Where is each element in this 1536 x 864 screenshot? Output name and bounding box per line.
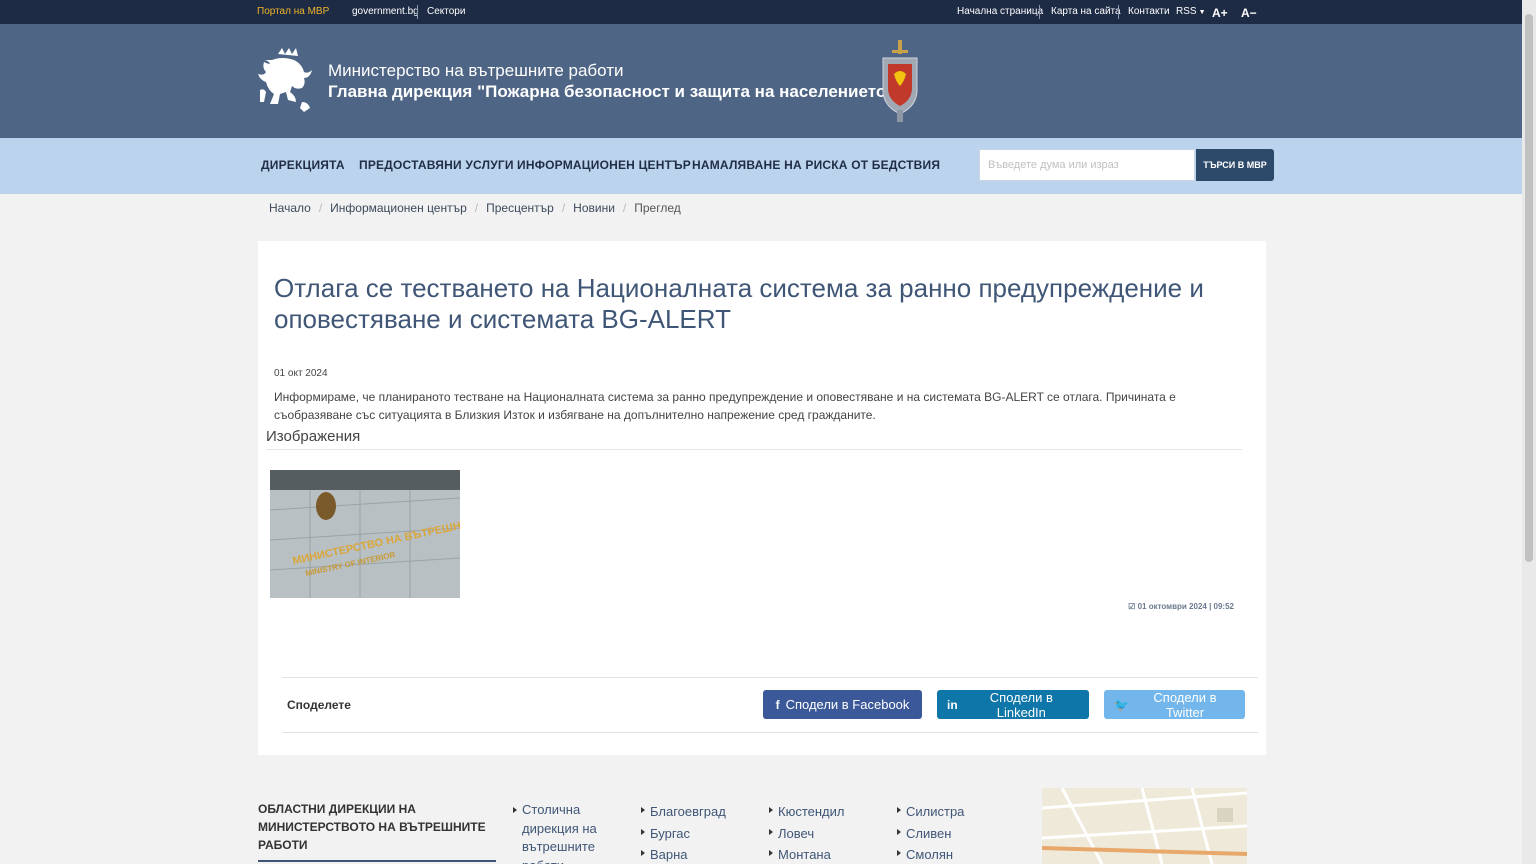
- location-map[interactable]: [1042, 788, 1247, 864]
- list-item[interactable]: Смолян: [897, 844, 964, 864]
- twitter-icon: 🐦: [1114, 697, 1129, 712]
- list-item[interactable]: Благоевград: [641, 801, 726, 823]
- lion-logo-icon[interactable]: [258, 46, 316, 116]
- breadcrumb-home[interactable]: Начало: [269, 201, 311, 215]
- breadcrumb-separator: /: [561, 201, 566, 215]
- home-page-link[interactable]: Начална страница: [957, 6, 1043, 17]
- divider: [266, 449, 1242, 450]
- ministry-building-photo: МИНИСТЕРСТВО НА ВЪТРЕШНИТЕ РАБОТИ MINIST…: [270, 470, 460, 598]
- regional-list-col-4: Силистра Сливен Смолян: [897, 801, 964, 864]
- sitemap-link[interactable]: Карта на сайта: [1051, 6, 1121, 17]
- list-item[interactable]: Силистра: [897, 801, 964, 823]
- article-title: Отлага се тестването на Националната сис…: [274, 273, 1204, 334]
- article-body: Информираме, че планираното тестване на …: [274, 390, 1176, 422]
- article-photo[interactable]: МИНИСТЕРСТВО НА ВЪТРЕШНИТЕ РАБОТИ MINIST…: [270, 470, 460, 598]
- share-facebook-button[interactable]: f Сподели в Facebook: [763, 690, 922, 719]
- share-label: Споделете: [287, 698, 351, 712]
- list-item[interactable]: Кюстендил: [769, 801, 844, 823]
- list-item[interactable]: Ловеч: [769, 823, 844, 845]
- caret-down-icon: ▼: [1198, 9, 1206, 16]
- scrollbar-thumb[interactable]: [1525, 14, 1533, 562]
- rss-dropdown[interactable]: RSS ▼: [1176, 6, 1206, 17]
- list-item[interactable]: Столична дирекция на вътрешните работи: [513, 801, 613, 864]
- top-utility-bar: Портал на МВР government.bg Сектори Нача…: [0, 0, 1522, 24]
- breadcrumb-news[interactable]: Новини: [573, 201, 615, 215]
- share-facebook-label: Сподели в Facebook: [785, 697, 910, 712]
- linkedin-icon: in: [947, 697, 958, 712]
- breadcrumb: Начало / Информационен център / Пресцентър / Н…: [269, 201, 681, 215]
- share-bar: Споделете f Сподели в Facebook in Сподели …: [282, 677, 1258, 733]
- map-graphic: [1042, 788, 1247, 864]
- share-linkedin-button[interactable]: in Сподели в LinkedIn: [937, 689, 1089, 720]
- contacts-link[interactable]: Контакти: [1128, 6, 1170, 17]
- rss-label: RSS: [1176, 6, 1197, 17]
- font-decrease-button[interactable]: A−: [1241, 6, 1257, 20]
- article-date: 01 окт 2024: [274, 368, 328, 379]
- nav-directorate[interactable]: ДИРЕКЦИЯТА: [261, 158, 345, 172]
- list-item[interactable]: Бургас: [641, 823, 726, 845]
- regional-list-col-3: Кюстендил Ловеч Монтана: [769, 801, 844, 864]
- article-card: Отлага се тестването на Националната сис…: [258, 241, 1266, 755]
- publish-timestamp: ☑ 01 октомври 2024 | 09:52: [1128, 602, 1234, 611]
- breadcrumb-press-center[interactable]: Пресцентър: [486, 201, 554, 215]
- list-item[interactable]: Сливен: [897, 823, 964, 845]
- calendar-check-icon: ☑: [1128, 602, 1136, 611]
- timestamp-text: 01 октомври 2024 | 09:52: [1137, 602, 1234, 611]
- facebook-icon: f: [775, 697, 780, 712]
- page: Портал на МВР government.bg Сектори Нача…: [0, 0, 1522, 864]
- nav-disaster-risk[interactable]: НАМАЛЯВАНЕ НА РИСКА ОТ БЕДСТВИЯ: [692, 158, 940, 172]
- share-twitter-button[interactable]: 🐦 Сподели в Twitter: [1104, 689, 1245, 720]
- breadcrumb-separator: /: [474, 201, 479, 215]
- regional-list-col-2: Благоевград Бургас Варна: [641, 801, 726, 864]
- breadcrumb-info-center[interactable]: Информационен център: [330, 201, 467, 215]
- nav-info-center[interactable]: ИНФОРМАЦИОНЕН ЦЕНТЪР: [517, 158, 691, 172]
- divider: [1118, 5, 1119, 19]
- main-navigation: ДИРЕКЦИЯТА ПРЕДОСТАВЯНИ УСЛУГИ ИНФОРМАЦИ…: [0, 138, 1522, 194]
- fire-service-crest-icon: [882, 40, 918, 122]
- divider: [417, 5, 418, 19]
- divider: [1039, 5, 1040, 19]
- images-heading: Изображения: [266, 428, 361, 445]
- list-item[interactable]: Монтана: [769, 844, 844, 864]
- government-link[interactable]: government.bg: [352, 6, 419, 17]
- divider: [258, 860, 496, 862]
- regional-list-col-1: Столична дирекция на вътрешните работи: [513, 801, 613, 864]
- breadcrumb-separator: /: [318, 201, 323, 215]
- search-input[interactable]: [979, 149, 1195, 181]
- share-linkedin-label: Сподели в LinkedIn: [989, 689, 1053, 720]
- directorate-name: Главна дирекция "Пожарна безопасност и з…: [328, 82, 895, 101]
- search-button[interactable]: ТЪРСИ В МВР: [1196, 149, 1274, 181]
- page-scrollbar[interactable]: [1522, 0, 1536, 864]
- list-item[interactable]: Варна: [641, 844, 726, 864]
- site-header: Министерство на вътрешните работи Главна…: [0, 24, 1522, 138]
- breadcrumb-separator: /: [622, 201, 627, 215]
- nav-services[interactable]: ПРЕДОСТАВЯНИ УСЛУГИ: [359, 158, 514, 172]
- portal-link[interactable]: Портал на МВР: [257, 6, 329, 17]
- footer-title: ОБЛАСТНИ ДИРЕКЦИИ НА МИНИСТЕРСТВОТО НА В…: [258, 802, 486, 852]
- ministry-name: Министерство на вътрешните работи: [328, 61, 624, 80]
- sectors-link[interactable]: Сектори: [427, 6, 465, 17]
- share-twitter-label: Сподели в Twitter: [1153, 689, 1217, 720]
- font-increase-button[interactable]: A+: [1212, 6, 1228, 20]
- breadcrumb-current: Преглед: [634, 201, 681, 215]
